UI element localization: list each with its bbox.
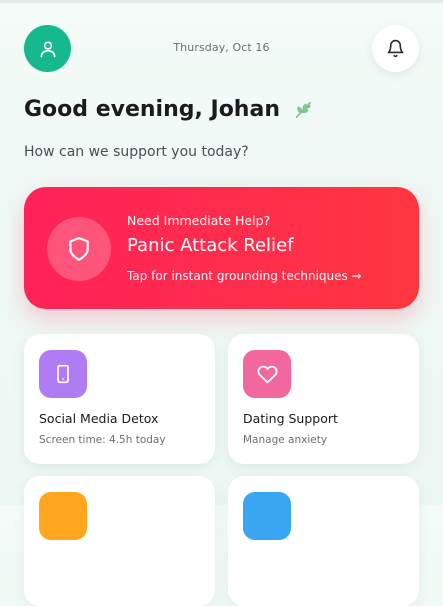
shield-icon xyxy=(47,217,111,281)
notifications-button[interactable] xyxy=(372,25,419,72)
greeting-text: Good evening, Johan xyxy=(24,97,280,122)
panic-card-link[interactable]: Tap for instant grounding techniques → xyxy=(127,269,362,283)
feature-tile-4[interactable] xyxy=(228,476,419,606)
greeting-heading: Good evening, Johan xyxy=(24,97,314,122)
panic-card-eyebrow: Need Immediate Help? xyxy=(127,213,271,228)
panic-card-title: Panic Attack Relief xyxy=(127,235,294,256)
tile-icon xyxy=(39,492,87,540)
support-prompt: How can we support you today? xyxy=(24,144,249,160)
feature-tile-3[interactable] xyxy=(24,476,215,606)
leaf-icon xyxy=(292,99,314,121)
tile-title: Dating Support xyxy=(243,411,338,426)
phone-icon xyxy=(39,350,87,398)
heart-icon xyxy=(243,350,291,398)
dating-support-tile[interactable]: Dating Support Manage anxiety xyxy=(228,334,419,464)
tile-subtitle: Screen time: 4.5h today xyxy=(39,434,166,446)
top-divider xyxy=(0,0,443,3)
bell-icon xyxy=(387,39,404,58)
panic-attack-relief-card[interactable]: Need Immediate Help? Panic Attack Relief… xyxy=(24,187,419,309)
tile-subtitle: Manage anxiety xyxy=(243,434,328,446)
tile-icon xyxy=(243,492,291,540)
tile-title: Social Media Detox xyxy=(39,411,159,426)
social-media-detox-tile[interactable]: Social Media Detox Screen time: 4.5h tod… xyxy=(24,334,215,464)
